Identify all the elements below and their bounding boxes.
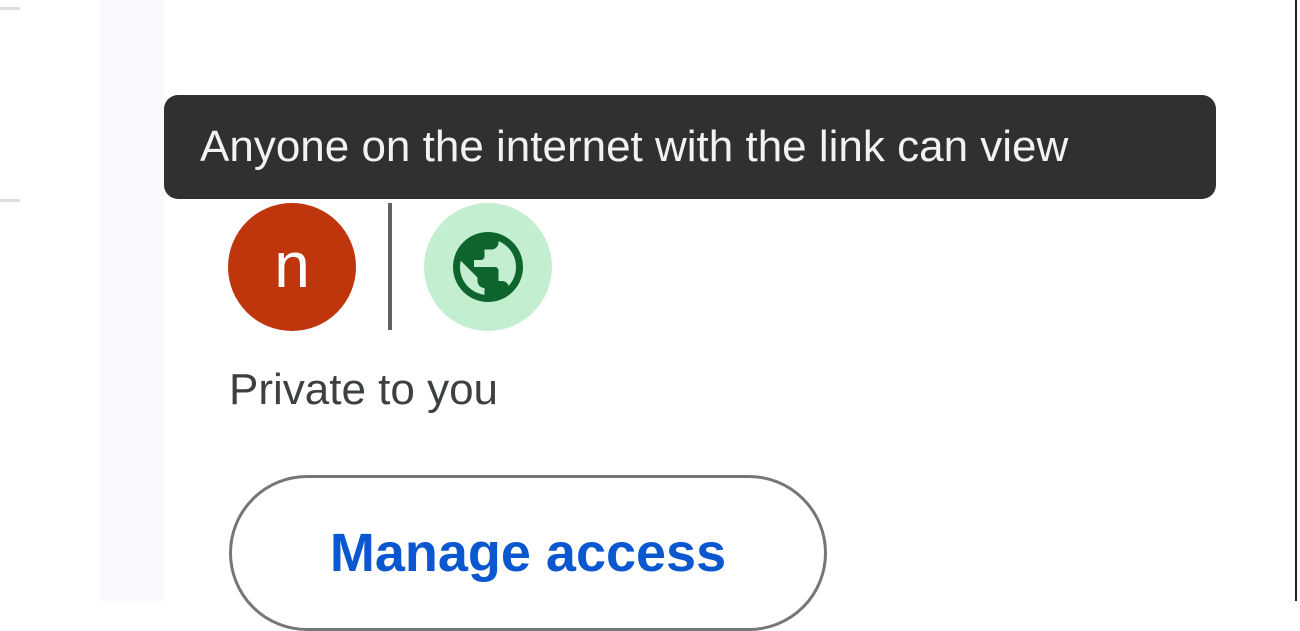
avatar-divider [388,203,392,330]
list-divider [0,199,20,202]
link-sharing-badge[interactable] [424,203,552,331]
list-divider [0,7,20,10]
avatar-initial: n [274,229,310,301]
window-edge [1295,0,1300,601]
owner-avatar[interactable]: n [228,203,356,331]
side-rail [100,0,164,601]
manage-access-button[interactable]: Manage access [229,475,827,631]
left-panel-edge [0,0,100,601]
privacy-status: Private to you [229,365,499,414]
globe-icon [453,232,523,302]
manage-access-label: Manage access [329,523,727,583]
access-tooltip: Anyone on the internet with the link can… [164,95,1216,199]
tooltip-text: Anyone on the internet with the link can… [200,122,1069,171]
